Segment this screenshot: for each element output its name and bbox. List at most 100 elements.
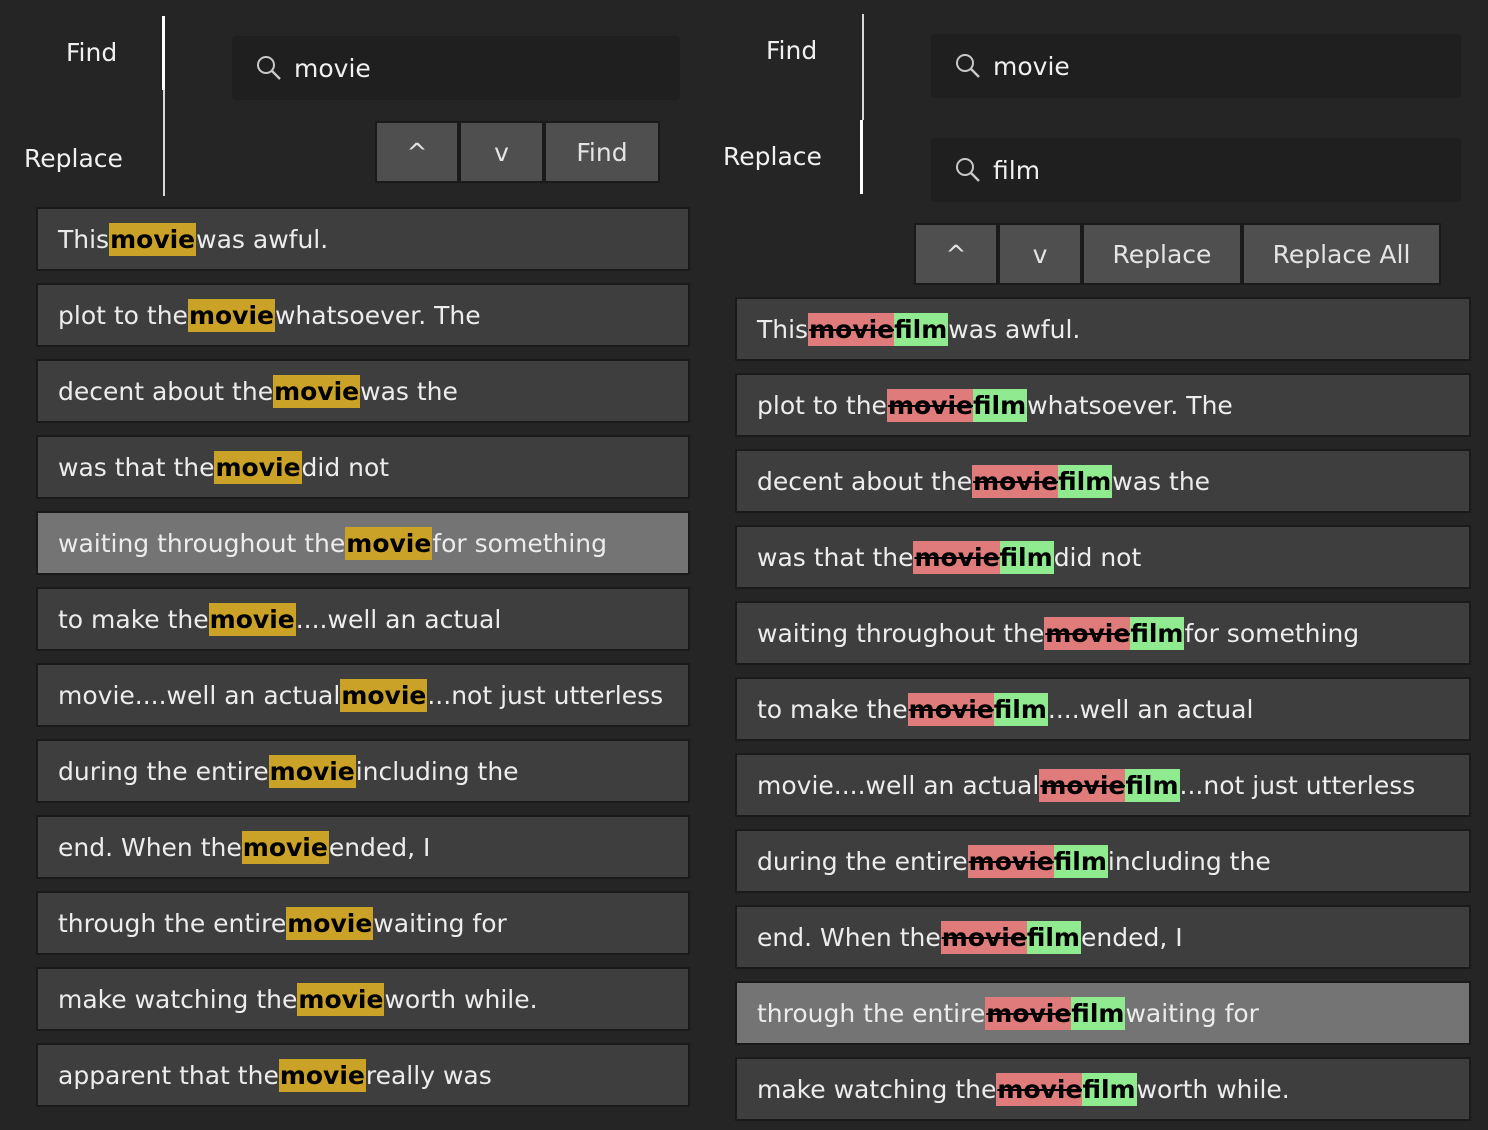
match-highlight: movie <box>273 374 361 408</box>
replace-button[interactable]: Replace <box>1082 223 1242 285</box>
result-text-after: including the <box>355 756 519 786</box>
result-text-before: was that the <box>757 542 914 572</box>
find-result-row[interactable]: was that the movie did not <box>36 435 690 499</box>
removed-text-highlight: movie <box>967 844 1054 878</box>
replace-input-box[interactable] <box>931 138 1461 202</box>
result-text-after: including the <box>1107 846 1271 876</box>
find-result-row[interactable]: movie....well an actual movie ...not just… <box>36 663 690 727</box>
active-tab-indicator <box>860 120 863 194</box>
tab-find[interactable]: Find <box>66 38 117 67</box>
replace-result-row[interactable]: to make the movie film ....well an actual <box>735 677 1471 741</box>
result-text-before: end. When the <box>58 832 242 862</box>
match-highlight: movie <box>340 678 428 712</box>
find-result-row[interactable]: end. When the movie ended, I <box>36 815 690 879</box>
result-text-before: decent about the <box>58 376 274 406</box>
match-highlight: movie <box>187 298 275 332</box>
replace-result-row[interactable]: end. When the movie film ended, I <box>735 905 1471 969</box>
previous-match-button[interactable]: ^ <box>914 223 998 285</box>
added-text-highlight: film <box>972 388 1028 422</box>
added-text-highlight: film <box>1026 920 1081 954</box>
replace-result-row[interactable]: make watching the movie film worth while. <box>735 1057 1471 1121</box>
result-text-before: through the entire <box>757 998 986 1028</box>
added-text-highlight: film <box>894 312 949 346</box>
result-text-after: worth while. <box>1136 1074 1290 1104</box>
result-text-before: plot to the <box>757 390 887 420</box>
result-text-after: was awful. <box>196 224 329 254</box>
match-highlight: movie <box>286 906 374 940</box>
added-text-highlight: film <box>1058 464 1113 498</box>
added-text-highlight: film <box>1082 1072 1137 1106</box>
result-text-after: whatsoever. The <box>274 300 481 330</box>
removed-text-highlight: movie <box>940 920 1027 954</box>
removed-text-highlight: movie <box>886 388 973 422</box>
find-result-row[interactable]: through the entire movie waiting for <box>36 891 690 955</box>
match-highlight: movie <box>109 222 197 256</box>
tab-find[interactable]: Find <box>766 36 817 65</box>
result-text-after: ....well an actual <box>1047 694 1254 724</box>
result-text-before: waiting throughout the <box>58 528 346 558</box>
result-text-before: during the entire <box>757 846 968 876</box>
result-text-after: did not <box>301 452 390 482</box>
result-text-before: This <box>757 314 809 344</box>
find-result-row[interactable]: waiting throughout the movie for somethi… <box>36 511 690 575</box>
replace-result-row[interactable]: plot to the movie film whatsoever. The <box>735 373 1471 437</box>
tab-divider <box>163 90 165 196</box>
search-icon <box>955 53 981 79</box>
removed-text-highlight: movie <box>808 312 895 346</box>
find-search-box[interactable] <box>232 36 680 100</box>
find-search-input[interactable] <box>993 51 1333 81</box>
replace-input[interactable] <box>993 155 1333 185</box>
result-text-before: waiting throughout the <box>757 618 1045 648</box>
result-text-before: make watching the <box>757 1074 997 1104</box>
find-result-row[interactable]: decent about the movie was the <box>36 359 690 423</box>
find-result-row[interactable]: to make the movie ....well an actual <box>36 587 690 651</box>
removed-text-highlight: movie <box>1044 616 1131 650</box>
replace-result-row[interactable]: was that the movie film did not <box>735 525 1471 589</box>
find-result-row[interactable]: plot to the movie whatsoever. The <box>36 283 690 347</box>
result-text-before: This <box>58 224 110 254</box>
find-result-row[interactable]: apparent that the movie really was <box>36 1043 690 1107</box>
result-text-before: was that the <box>58 452 215 482</box>
added-text-highlight: film <box>999 540 1054 574</box>
replace-result-row[interactable]: during the entire movie film including th… <box>735 829 1471 893</box>
match-highlight: movie <box>345 526 433 560</box>
result-text-after: was the <box>360 376 458 406</box>
result-text-before: end. When the <box>757 922 941 952</box>
find-result-row[interactable]: during the entire movie including the <box>36 739 690 803</box>
replace-result-row[interactable]: through the entire movie film waiting for <box>735 981 1471 1045</box>
find-result-row[interactable]: This movie was awful. <box>36 207 690 271</box>
tab-divider <box>862 14 864 120</box>
added-text-highlight: film <box>993 692 1048 726</box>
previous-match-button[interactable]: ^ <box>375 121 459 183</box>
result-text-after: waiting for <box>1125 998 1259 1028</box>
next-match-button[interactable]: v <box>998 223 1082 285</box>
result-text-before: movie....well an actual <box>58 680 341 710</box>
removed-text-highlight: movie <box>996 1072 1083 1106</box>
removed-text-highlight: movie <box>972 464 1059 498</box>
find-search-box[interactable] <box>931 34 1461 98</box>
result-text-after: ....well an actual <box>295 604 502 634</box>
match-highlight: movie <box>297 982 385 1016</box>
replace-all-button[interactable]: Replace All <box>1242 223 1441 285</box>
result-text-before: through the entire <box>58 908 287 938</box>
result-text-after: did not <box>1053 542 1142 572</box>
result-text-after: was the <box>1112 466 1211 496</box>
find-button[interactable]: Find <box>544 121 660 183</box>
replace-result-row[interactable]: waiting throughout the movie film for som… <box>735 601 1471 665</box>
result-text-before: decent about the <box>757 466 973 496</box>
result-text-after: was awful. <box>948 314 1081 344</box>
replace-result-row[interactable]: This movie film was awful. <box>735 297 1471 361</box>
find-result-row[interactable]: make watching the movie worth while. <box>36 967 690 1031</box>
result-text-after: for something <box>1184 618 1360 648</box>
tab-replace[interactable]: Replace <box>723 142 822 171</box>
replace-result-row[interactable]: decent about the movie film was the <box>735 449 1471 513</box>
replace-result-row[interactable]: movie....well an actual movie film ...not … <box>735 753 1471 817</box>
removed-text-highlight: movie <box>1039 768 1126 802</box>
result-text-after: ...not just utterless <box>427 680 664 710</box>
find-search-input[interactable] <box>294 53 634 83</box>
match-highlight: movie <box>278 1058 366 1092</box>
removed-text-highlight: movie <box>907 692 994 726</box>
next-match-button[interactable]: v <box>459 121 544 183</box>
result-text-after: really was <box>365 1060 492 1090</box>
tab-replace[interactable]: Replace <box>24 144 123 173</box>
